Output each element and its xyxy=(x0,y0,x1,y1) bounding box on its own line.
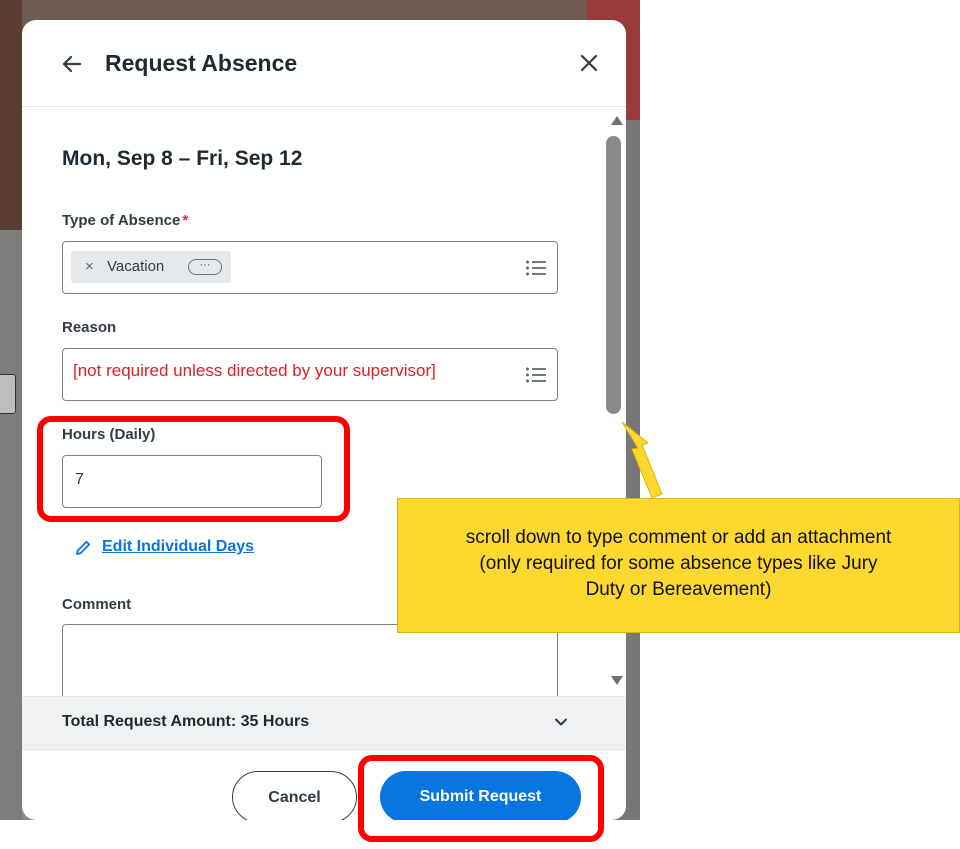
reason-field[interactable]: [not required unless directed by your su… xyxy=(62,348,558,401)
background-image xyxy=(0,0,22,230)
submit-highlight-annotation xyxy=(358,755,604,842)
comment-label: Comment xyxy=(62,596,132,613)
scroll-hint-callout: scroll down to type comment or add an at… xyxy=(397,498,960,633)
list-icon[interactable] xyxy=(525,259,547,277)
total-request-summary[interactable]: Total Request Amount: 35 Hours xyxy=(22,696,626,750)
scrollbar-thumb[interactable] xyxy=(606,136,621,414)
type-of-absence-field[interactable]: × Vacation ··· xyxy=(62,241,558,294)
callout-line: scroll down to type comment or add an at… xyxy=(465,527,892,548)
dialog-title: Request Absence xyxy=(105,50,298,76)
hours-highlight-annotation xyxy=(37,416,350,522)
remove-chip-icon[interactable]: × xyxy=(85,258,94,275)
list-icon[interactable] xyxy=(525,366,547,384)
pencil-icon[interactable] xyxy=(74,539,92,557)
cancel-button[interactable]: Cancel xyxy=(232,771,357,820)
scroll-down-arrow-icon[interactable] xyxy=(611,676,623,685)
arrow-left-icon[interactable] xyxy=(60,52,84,76)
type-of-absence-label-text: Type of Absence xyxy=(62,212,181,229)
background-field xyxy=(0,374,16,414)
type-of-absence-label: Type of Absence * xyxy=(62,212,188,229)
background-panel xyxy=(0,230,22,820)
selected-absence-value: Vacation xyxy=(107,258,165,275)
total-request-amount: Total Request Amount: 35 Hours xyxy=(62,713,310,730)
dialog-header: Request Absence xyxy=(22,20,626,107)
callout-line: (only required for some absence types li… xyxy=(479,553,878,574)
required-marker: * xyxy=(182,212,189,229)
close-icon[interactable] xyxy=(578,52,600,74)
chevron-down-icon[interactable] xyxy=(554,715,568,729)
callout-line: Duty or Bereavement) xyxy=(585,579,772,600)
selected-absence-chip: × Vacation ··· xyxy=(71,251,231,283)
arrow-up-icon xyxy=(621,421,663,499)
edit-individual-days-link[interactable]: Edit Individual Days xyxy=(102,538,254,556)
reason-label: Reason xyxy=(62,319,117,336)
date-range-heading: Mon, Sep 8 – Fri, Sep 12 xyxy=(62,147,303,170)
reason-placeholder: [not required unless directed by your su… xyxy=(73,361,436,380)
scroll-up-arrow-icon[interactable] xyxy=(611,116,623,125)
more-options-icon[interactable]: ··· xyxy=(188,259,222,275)
